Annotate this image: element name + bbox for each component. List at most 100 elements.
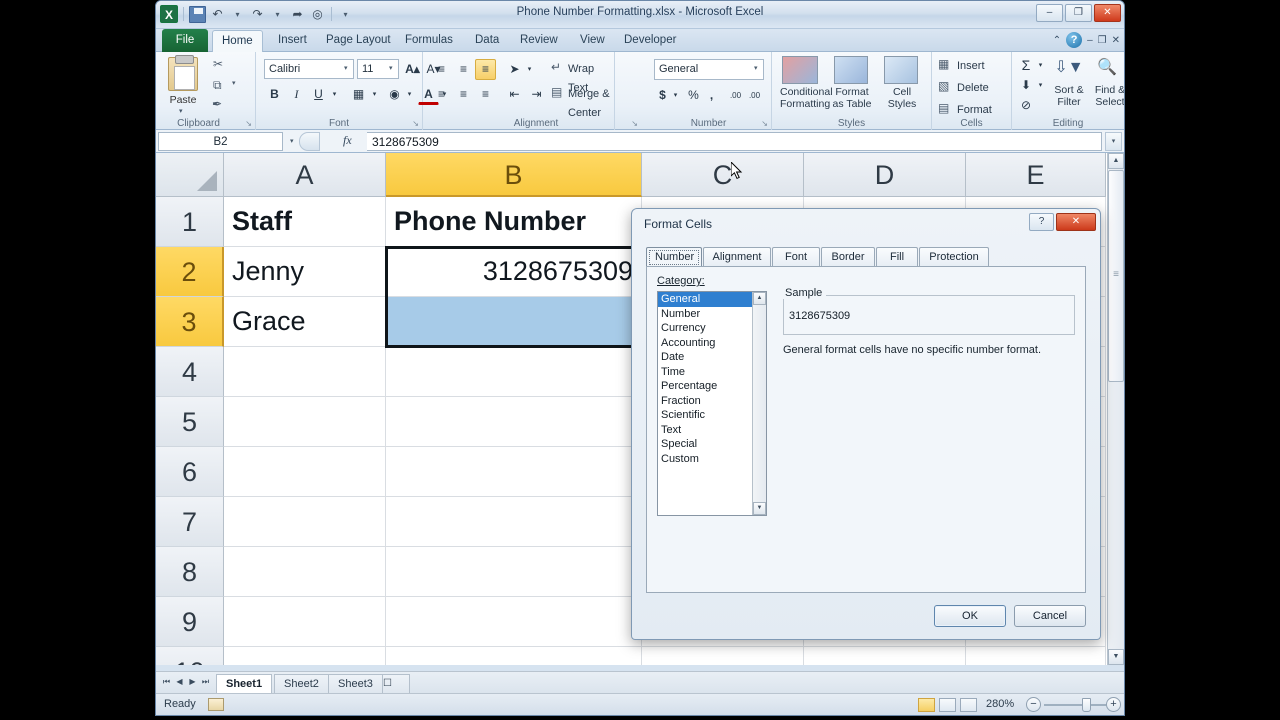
increase-indent-icon[interactable]: ⇥ (526, 84, 547, 105)
column-header-a[interactable]: A (224, 153, 386, 197)
row-header-4[interactable]: 4 (156, 347, 224, 397)
dialog-tab-fill[interactable]: Fill (876, 247, 918, 267)
sheet-tab-sheet2[interactable]: Sheet2 (274, 674, 329, 693)
percent-button[interactable]: % (684, 85, 703, 106)
column-header-d[interactable]: D (804, 153, 966, 197)
comma-style-button[interactable]: , (703, 85, 720, 106)
tab-view[interactable]: View (571, 30, 614, 52)
zoom-slider-track[interactable] (1044, 704, 1106, 706)
tab-review[interactable]: Review (511, 30, 567, 52)
category-item-time[interactable]: Time (658, 365, 766, 380)
category-item-scientific[interactable]: Scientific (658, 408, 766, 423)
cell-b4[interactable] (386, 347, 642, 397)
cell-a7[interactable] (224, 497, 386, 547)
prev-sheet-icon[interactable]: ◀ (174, 677, 185, 686)
cell-b2[interactable]: 3128675309 (386, 247, 642, 297)
dialog-tab-font[interactable]: Font (772, 247, 820, 267)
fill-color-icon[interactable]: ◉ (384, 84, 405, 105)
category-item-custom[interactable]: Custom (658, 452, 766, 467)
column-header-c[interactable]: C (642, 153, 804, 197)
sheet-tab-sheet1[interactable]: Sheet1 (216, 674, 273, 693)
zoom-in-button[interactable]: + (1106, 697, 1121, 712)
autosum-icon[interactable]: Σ (1016, 55, 1036, 75)
align-center-icon[interactable]: ≡ (453, 84, 474, 105)
clear-icon[interactable]: ⊘ (1016, 95, 1036, 115)
clipboard-dialog-launcher[interactable]: ↘ (245, 119, 252, 128)
font-name-input[interactable]: Calibri (264, 59, 354, 79)
align-top-icon[interactable]: ≡ (431, 59, 452, 80)
font-name-caret-icon[interactable]: ▾ (344, 59, 348, 79)
format-painter-icon[interactable]: ✒ (212, 97, 222, 111)
grow-font-icon[interactable]: A▴ (403, 59, 422, 79)
sheet-tab-sheet3[interactable]: Sheet3 (328, 674, 383, 693)
number-dialog-launcher[interactable]: ↘ (761, 119, 768, 128)
vertical-scroll-thumb[interactable] (1108, 170, 1124, 382)
cell-a3[interactable]: Grace (224, 297, 386, 347)
category-item-special[interactable]: Special (658, 437, 766, 452)
dialog-close-icon[interactable]: ✕ (1056, 213, 1096, 231)
number-format-caret-icon[interactable]: ▾ (754, 59, 758, 79)
column-header-e[interactable]: E (966, 153, 1106, 197)
tab-home[interactable]: Home (212, 30, 263, 52)
paste-icon[interactable] (168, 55, 198, 91)
cell-b1[interactable]: Phone Number (386, 197, 642, 247)
name-box-caret-icon[interactable]: ▾ (290, 132, 294, 151)
dialog-tab-protection[interactable]: Protection (919, 247, 989, 267)
cell-b9[interactable] (386, 597, 642, 647)
category-scroll-up-icon[interactable]: ▲ (753, 292, 766, 305)
row-header-8[interactable]: 8 (156, 547, 224, 597)
cell-b8[interactable] (386, 547, 642, 597)
dialog-tab-number[interactable]: Number (646, 247, 702, 267)
select-all-corner[interactable] (156, 153, 224, 197)
formula-input[interactable]: 3128675309 (367, 132, 1102, 151)
ok-button[interactable]: OK (934, 605, 1006, 627)
alignment-dialog-launcher[interactable]: ↘ (631, 119, 638, 128)
tab-file[interactable]: File (162, 29, 208, 52)
number-format-select[interactable]: General (654, 59, 764, 80)
cell-b7[interactable] (386, 497, 642, 547)
category-item-fraction[interactable]: Fraction (658, 394, 766, 409)
cut-icon[interactable]: ✂ (213, 57, 223, 71)
cancel-entry-icon[interactable] (299, 132, 320, 151)
autosum-dropdown-icon[interactable]: ▾ (1035, 55, 1046, 75)
next-sheet-icon[interactable]: ▶ (187, 677, 198, 686)
record-macro-icon[interactable] (208, 698, 224, 711)
cell-b10[interactable] (386, 647, 642, 665)
cell-d10[interactable] (804, 647, 966, 665)
column-header-b[interactable]: B (386, 153, 642, 197)
cell-styles-label[interactable]: Cell Styles (880, 86, 924, 110)
first-sheet-icon[interactable]: ⏮ (161, 677, 172, 687)
category-scroll-down-icon[interactable]: ▼ (753, 502, 766, 515)
copy-icon[interactable]: ⧉ (213, 78, 222, 93)
increase-decimal-button[interactable]: .00 (726, 85, 745, 106)
minimize-button[interactable]: – (1036, 4, 1063, 22)
row-header-6[interactable]: 6 (156, 447, 224, 497)
row-header-2[interactable]: 2 (156, 247, 224, 297)
restore-workbook-icon[interactable]: ❐ (1098, 35, 1107, 46)
zoom-out-button[interactable]: − (1026, 697, 1041, 712)
fill-icon[interactable]: ⬇ (1016, 75, 1036, 95)
find-select-label[interactable]: Find & Select (1088, 84, 1124, 108)
bold-button[interactable]: B (264, 84, 285, 105)
copy-dropdown-icon[interactable]: ▾ (232, 79, 236, 87)
cell-b5[interactable] (386, 397, 642, 447)
underline-button[interactable]: U (308, 84, 329, 105)
row-header-9[interactable]: 9 (156, 597, 224, 647)
cell-b3[interactable] (386, 297, 642, 347)
cell-a6[interactable] (224, 447, 386, 497)
category-item-number[interactable]: Number (658, 307, 766, 322)
help-icon[interactable]: ? (1066, 32, 1083, 48)
row-header-7[interactable]: 7 (156, 497, 224, 547)
conditional-formatting-label[interactable]: Conditional Formatting (780, 86, 833, 110)
underline-dropdown-icon[interactable]: ▾ (329, 84, 340, 105)
cell-a5[interactable] (224, 397, 386, 447)
tab-page-layout[interactable]: Page Layout (317, 30, 400, 52)
new-sheet-icon[interactable]: ☐ (382, 674, 410, 693)
row-header-5[interactable]: 5 (156, 397, 224, 447)
tab-data[interactable]: Data (466, 30, 508, 52)
align-middle-icon[interactable]: ≡ (453, 59, 474, 80)
category-list[interactable]: General Number Currency Accounting Date … (657, 291, 767, 516)
category-item-accounting[interactable]: Accounting (658, 336, 766, 351)
zoom-level-label[interactable]: 280% (986, 698, 1014, 710)
find-select-icon[interactable]: 🔍 (1092, 54, 1122, 82)
